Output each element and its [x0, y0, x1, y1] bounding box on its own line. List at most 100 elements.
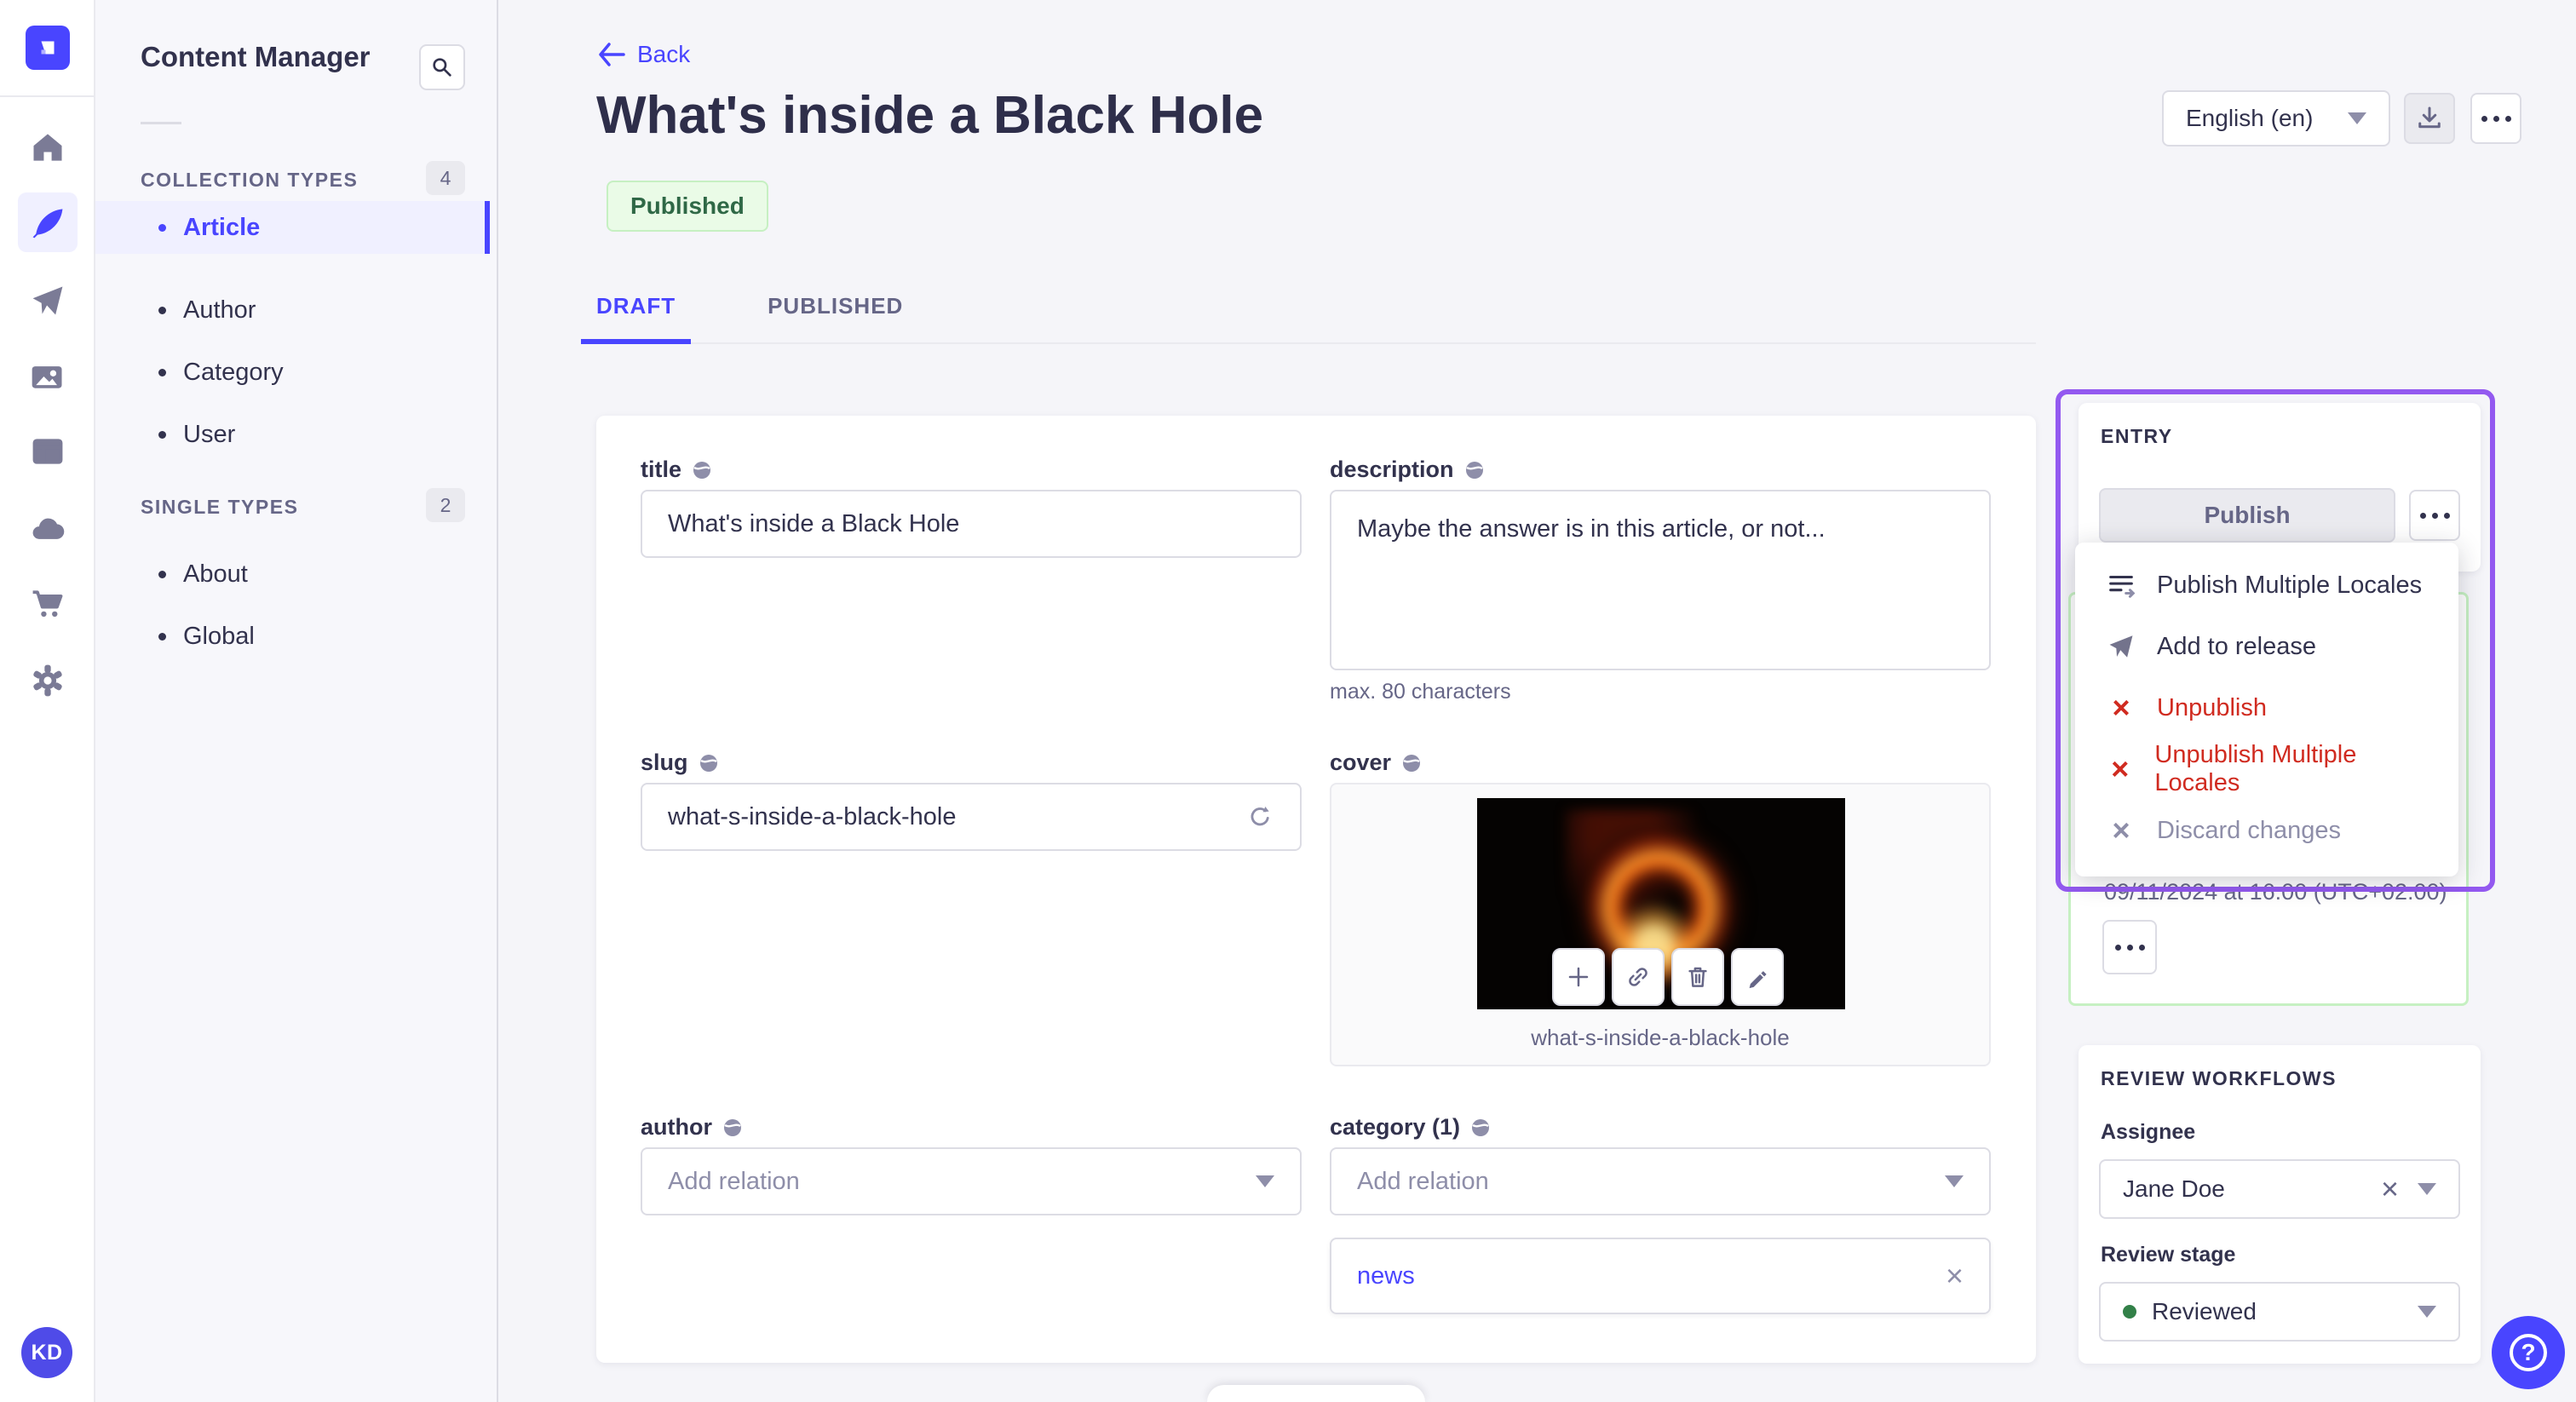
edit-asset-button[interactable] [1731, 948, 1784, 1006]
assignee-value: Jane Doe [2123, 1175, 2225, 1202]
description-field-label: description [1330, 457, 1485, 483]
cover-caption: what-s-inside-a-black-hole [1531, 1025, 1790, 1050]
title-field-label: title [641, 457, 712, 483]
chevron-down-icon [2418, 1306, 2436, 1318]
back-link[interactable]: Back [596, 41, 690, 68]
cross-icon: × [2111, 751, 2130, 786]
menu-item-publish-multiple-locales[interactable]: Publish Multiple Locales [2075, 554, 2458, 616]
category-relation-news[interactable]: news × [1330, 1238, 1991, 1314]
download-icon [2418, 106, 2441, 129]
content-manager-icon[interactable] [18, 192, 78, 252]
review-stage-select[interactable]: Reviewed [2099, 1282, 2460, 1342]
relation-link[interactable]: news [1357, 1262, 1415, 1290]
sidebar-item-user[interactable]: User [95, 408, 490, 461]
label-text: slug [641, 750, 688, 775]
description-hint: max. 80 characters [1330, 680, 1511, 704]
assignee-label: Assignee [2101, 1120, 2196, 1144]
slug-input[interactable]: what-s-inside-a-black-hole [641, 783, 1302, 851]
sidebar-item-article[interactable]: Article [95, 201, 490, 254]
category-field-label: category (1) [1330, 1114, 1491, 1141]
copy-link-button[interactable] [1612, 948, 1665, 1006]
home-icon[interactable] [24, 124, 72, 171]
regenerate-icon[interactable] [1245, 802, 1274, 831]
sidebar-item-global[interactable]: Global [95, 610, 490, 663]
media-library-icon[interactable] [24, 353, 72, 400]
assignee-select[interactable]: Jane Doe × [2099, 1159, 2460, 1219]
more-dots-icon [2126, 944, 2133, 951]
search-button[interactable] [419, 44, 465, 90]
slug-field-label: slug [641, 750, 719, 776]
cross-icon: × [2112, 690, 2130, 725]
title-input[interactable]: What's inside a Black Hole [641, 490, 1302, 558]
scheduled-date: 09/11/2024 at 16:00 (UTC+02:00) [2104, 879, 2447, 905]
remove-relation-icon[interactable]: × [1946, 1261, 1964, 1291]
locale-select[interactable]: English (en) [2162, 90, 2390, 147]
menu-item-unpublish[interactable]: × Unpublish [2075, 677, 2458, 738]
sidebar-item-category[interactable]: Category [95, 346, 490, 399]
user-avatar[interactable]: KD [21, 1327, 72, 1378]
menu-item-discard-changes[interactable]: × Discard changes [2075, 800, 2458, 861]
description-textarea[interactable]: Maybe the answer is in this article, or … [1330, 490, 1991, 670]
category-relation-select[interactable]: Add relation [1330, 1147, 1991, 1215]
cross-icon: × [2112, 813, 2130, 848]
draft-published-tabs: DRAFT PUBLISHED [581, 281, 2036, 344]
review-workflows-panel: REVIEW WORKFLOWS Assignee Jane Doe × Rev… [2079, 1045, 2481, 1364]
menu-item-add-to-release[interactable]: Add to release [2075, 616, 2458, 677]
help-button[interactable]: ? [2492, 1316, 2565, 1389]
pencil-icon [1749, 971, 1767, 989]
more-dots-icon [2493, 115, 2499, 122]
sidebar-item-label: About [183, 560, 248, 588]
globe-icon [1465, 461, 1483, 479]
back-arrow-icon [599, 43, 625, 66]
scheduled-more-button[interactable] [2102, 920, 2157, 974]
entry-more-button[interactable] [2409, 490, 2460, 541]
add-asset-button[interactable] [1552, 948, 1605, 1006]
subnav-divider [141, 122, 181, 124]
strapi-logo[interactable] [26, 26, 70, 70]
cover-actions [1552, 948, 1784, 1006]
author-placeholder: Add relation [668, 1167, 800, 1195]
more-dots-icon [2431, 512, 2438, 519]
label-text: description [1330, 457, 1454, 482]
strapi-logo-mark [41, 41, 55, 55]
menu-item-unpublish-multiple-locales[interactable]: × Unpublish Multiple Locales [2075, 738, 2458, 800]
chevron-down-icon [1256, 1175, 1274, 1187]
sidebar-item-label: Category [183, 358, 284, 386]
bullet-icon [158, 570, 166, 578]
export-button[interactable] [2404, 93, 2455, 144]
releases-icon[interactable] [24, 277, 72, 325]
marketplace-icon[interactable] [24, 580, 72, 628]
strapi-admin: KD Content Manager COLLECTION TYPES 4 Ar… [0, 0, 2576, 1402]
sidebar-item-author[interactable]: Author [95, 284, 490, 336]
chevron-down-icon [1945, 1175, 1964, 1187]
settings-icon[interactable] [24, 657, 72, 704]
description-value: Maybe the answer is in this article, or … [1357, 515, 1826, 543]
entry-panel-header: ENTRY [2101, 425, 2173, 447]
category-placeholder: Add relation [1357, 1167, 1489, 1195]
header-more-button[interactable] [2470, 93, 2521, 144]
status-badge: Published [607, 181, 768, 232]
cloud-icon[interactable] [24, 504, 72, 552]
sidebar-item-about[interactable]: About [95, 548, 490, 600]
single-types-count: 2 [426, 488, 465, 522]
content-type-builder-icon[interactable] [24, 428, 72, 475]
globe-icon [1472, 1118, 1490, 1136]
delete-asset-button[interactable] [1671, 948, 1724, 1006]
publish-button[interactable]: Publish [2099, 488, 2395, 543]
paper-plane-icon [2104, 632, 2138, 661]
entry-actions-menu: Publish Multiple Locales Add to release … [2075, 543, 2458, 876]
clear-assignee-icon[interactable]: × [2381, 1174, 2399, 1204]
collection-types-header: COLLECTION TYPES [141, 169, 359, 191]
author-relation-select[interactable]: Add relation [641, 1147, 1302, 1215]
stage-status-dot [2123, 1305, 2136, 1319]
bullet-icon [158, 368, 166, 376]
globe-icon [724, 1118, 741, 1136]
collection-types-count: 4 [426, 161, 465, 195]
tab-published[interactable]: PUBLISHED [768, 281, 903, 342]
tab-draft[interactable]: DRAFT [581, 281, 692, 344]
sidebar-item-label: Global [183, 622, 255, 650]
menu-item-label: Publish Multiple Locales [2157, 571, 2423, 599]
chevron-down-icon [2418, 1183, 2436, 1195]
label-text: cover [1330, 750, 1392, 775]
globe-icon [1403, 754, 1421, 772]
